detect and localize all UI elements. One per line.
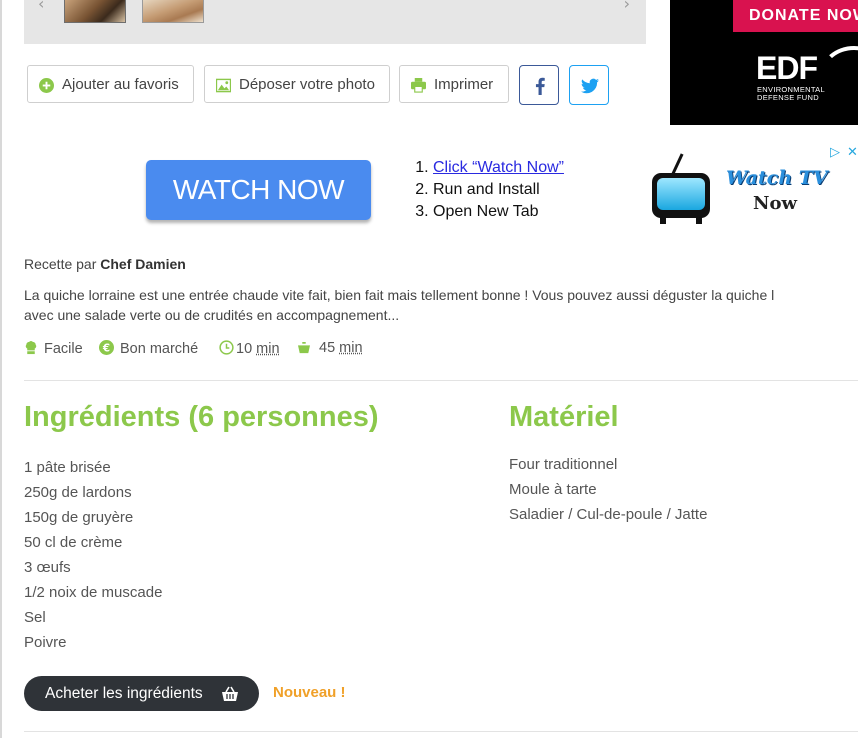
cooking-pot-icon <box>298 342 310 354</box>
prep-time-value: 10 <box>236 341 253 357</box>
ingredients-heading: Ingrédients (6 personnes) <box>24 401 379 433</box>
description-line: La quiche lorraine est une entrée chaude… <box>24 287 775 303</box>
upload-photo-label: Déposer votre photo <box>239 76 375 93</box>
ad-close-icon[interactable]: ✕ <box>847 145 858 160</box>
clock-icon <box>219 340 234 355</box>
materiel-item: Four traditionnel <box>509 456 618 473</box>
gallery-thumbnail[interactable] <box>64 0 126 23</box>
image-icon <box>216 78 231 93</box>
buy-ingredients-label: Acheter les ingrédients <box>45 685 203 702</box>
buy-ingredients-button[interactable]: Acheter les ingrédients <box>24 676 259 711</box>
new-badge: Nouveau ! <box>273 684 346 701</box>
print-label: Imprimer <box>434 76 494 93</box>
materiel-item: Moule à tarte <box>509 481 597 498</box>
description-line: avec une salade verte ou de crudités en … <box>24 307 400 323</box>
watch-tv-brand: Watch TV <box>726 167 828 189</box>
print-button[interactable]: Imprimer <box>399 65 509 103</box>
edf-subtitle: ENVIRONMENTAL DEFENSE FUND <box>757 86 825 102</box>
tv-leg <box>660 217 666 224</box>
printer-icon <box>411 78 426 93</box>
ingredient-item: Poivre <box>24 634 67 651</box>
television-icon <box>652 153 710 224</box>
edf-subtitle-line: DEFENSE FUND <box>757 93 819 102</box>
donate-now-button[interactable]: DONATE NOW <box>733 0 858 32</box>
watch-now-button[interactable]: WATCH NOW <box>146 160 371 220</box>
gallery-prev-icon[interactable]: ‹ <box>38 0 44 13</box>
euro-icon: € <box>99 340 114 355</box>
watch-tv-ad[interactable]: WATCH NOW Click “Watch Now” Run and Inst… <box>140 145 858 235</box>
cook-time-unit: min <box>339 340 363 356</box>
twitter-share-button[interactable] <box>569 65 609 105</box>
materiel-list: Four traditionnel Moule à tarte Saladier… <box>509 455 707 530</box>
edf-swoosh-icon <box>820 46 858 104</box>
basket-icon <box>222 686 238 701</box>
plus-circle-icon <box>39 78 54 93</box>
ad-step[interactable]: Click “Watch Now” <box>433 157 564 179</box>
page-border <box>0 0 2 738</box>
edf-logo: EDF <box>756 50 818 86</box>
gallery-thumbnail[interactable] <box>142 0 204 23</box>
tv-screen <box>657 178 705 210</box>
edf-ad-banner[interactable]: DONATE NOW EDF ENVIRONMENTAL DEFENSE FUN… <box>670 0 858 125</box>
cost-label: Bon marché <box>120 341 199 357</box>
ingredients-list: 1 pâte brisée 250g de lardons 150g de gr… <box>24 458 162 658</box>
cost-info: € Bon marché <box>99 340 198 357</box>
cook-time-info: 45 min <box>297 340 363 356</box>
author-name[interactable]: Chef Damien <box>100 256 186 272</box>
facebook-share-button[interactable] <box>519 65 559 105</box>
difficulty-info: Facile <box>24 340 83 357</box>
add-favorite-button[interactable]: Ajouter au favoris <box>27 65 194 103</box>
twitter-icon <box>581 78 599 94</box>
author-prefix: Recette par <box>24 256 97 272</box>
ingredient-item: 250g de lardons <box>24 484 132 501</box>
difficulty-label: Facile <box>44 341 83 357</box>
upload-photo-button[interactable]: Déposer votre photo <box>204 65 390 103</box>
gallery-next-icon[interactable]: › <box>624 0 630 13</box>
facebook-icon <box>535 77 545 95</box>
recipe-description: La quiche lorraine est une entrée chaude… <box>24 285 858 325</box>
tv-leg <box>696 217 702 224</box>
ingredient-item: 1 pâte brisée <box>24 459 111 476</box>
ad-step: Open New Tab <box>433 201 564 223</box>
add-favorite-label: Ajouter au favoris <box>62 76 179 93</box>
ingredient-item: 3 œufs <box>24 559 71 576</box>
tv-antenna <box>671 153 684 175</box>
ad-step: Run and Install <box>433 179 564 201</box>
ingredient-item: Sel <box>24 609 46 626</box>
ingredient-item: 150g de gruyère <box>24 509 134 526</box>
ad-steps-list: Click “Watch Now” Run and Install Open N… <box>418 157 564 223</box>
recipe-author: Recette par Chef Damien <box>24 256 186 272</box>
materiel-item: Saladier / Cul-de-poule / Jatte <box>509 506 708 523</box>
cook-time-value: 45 <box>319 340 336 356</box>
click-watch-now-link[interactable]: Click “Watch Now” <box>433 159 564 176</box>
section-divider <box>24 731 858 732</box>
prep-time-unit: min <box>256 341 280 357</box>
prep-time-info: 10 min <box>219 340 280 357</box>
svg-text:€: € <box>102 342 110 354</box>
materiel-heading: Matériel <box>509 401 619 433</box>
photo-gallery: ‹ › <box>24 0 646 44</box>
watch-tv-brand-now: Now <box>753 193 797 214</box>
section-divider <box>24 380 858 381</box>
ad-choices-icon[interactable]: ▷ <box>830 145 840 160</box>
ingredient-item: 1/2 noix de muscade <box>24 584 163 601</box>
chef-hat-icon <box>25 341 37 355</box>
ingredient-item: 50 cl de crème <box>24 534 123 551</box>
